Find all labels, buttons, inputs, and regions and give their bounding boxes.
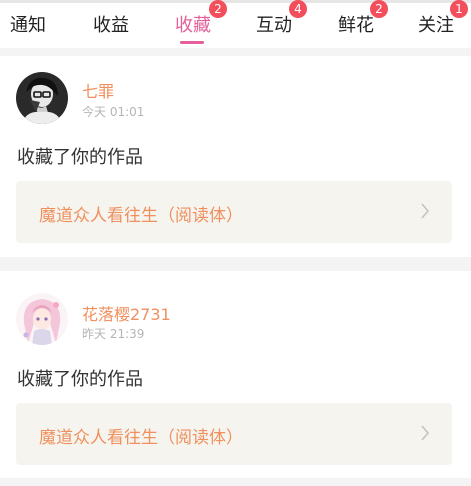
- chevron-right-icon: [421, 425, 430, 441]
- tab-favorites[interactable]: 收藏: [175, 11, 211, 37]
- notification-card: 七罪 今天 01:01 收藏了你的作品 魔道众人看往生（阅读体）: [0, 56, 471, 257]
- notification-card: 花落樱2731 昨天 21:39 收藏了你的作品 魔道众人看往生（阅读体）: [0, 271, 471, 478]
- tab-earnings[interactable]: 收益: [93, 11, 129, 37]
- tab-flowers-badge: 2: [370, 0, 388, 18]
- action-text: 收藏了你的作品: [17, 147, 143, 168]
- tab-interaction[interactable]: 互动: [256, 11, 292, 37]
- work-title: 魔道众人看往生（阅读体）: [39, 428, 243, 448]
- work-title: 魔道众人看往生（阅读体）: [39, 206, 243, 226]
- user-name[interactable]: 花落樱2731: [82, 301, 171, 325]
- dark-portrait-avatar-icon: [16, 72, 68, 124]
- tab-flowers[interactable]: 鲜花: [338, 11, 374, 37]
- tab-bar: 通知 收益 收藏 2 互动 4 鲜花 2 关注 1: [0, 0, 471, 48]
- tab-notice[interactable]: 通知: [10, 11, 46, 37]
- active-tab-indicator: [180, 41, 204, 44]
- tab-follow-badge: 1: [450, 0, 468, 18]
- avatar[interactable]: [16, 72, 68, 124]
- tab-interaction-badge: 4: [289, 0, 307, 18]
- avatar[interactable]: [16, 293, 68, 345]
- work-link[interactable]: 魔道众人看往生（阅读体）: [16, 403, 452, 465]
- tab-follow[interactable]: 关注: [418, 11, 454, 37]
- user-name[interactable]: 七罪: [82, 78, 114, 102]
- action-text: 收藏了你的作品: [17, 369, 143, 390]
- timestamp: 昨天 21:39: [82, 327, 145, 341]
- timestamp: 今天 01:01: [82, 105, 145, 119]
- work-link[interactable]: 魔道众人看往生（阅读体）: [16, 181, 452, 243]
- anime-girl-avatar-icon: [16, 293, 68, 345]
- chevron-right-icon: [421, 203, 430, 219]
- tab-favorites-badge: 2: [209, 0, 227, 18]
